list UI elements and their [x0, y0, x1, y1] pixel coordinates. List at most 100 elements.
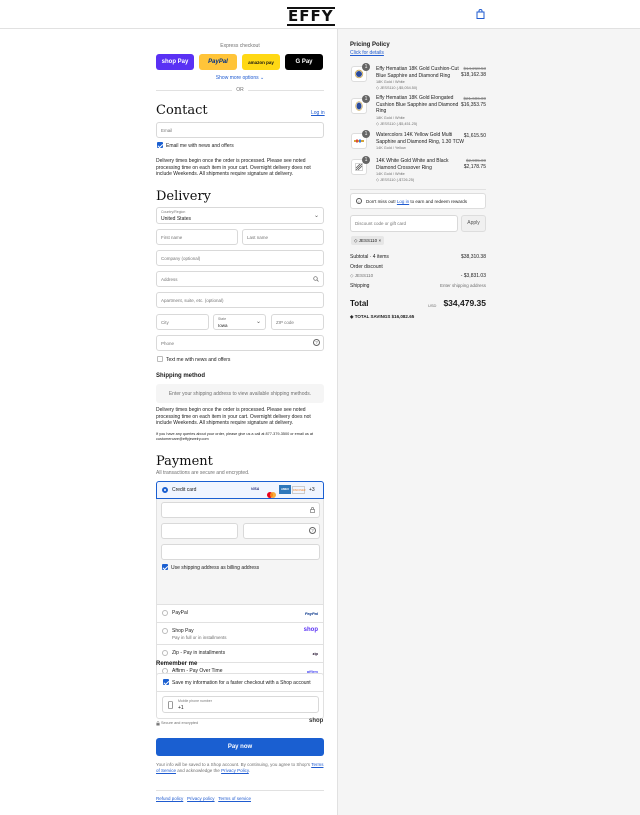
divider	[248, 90, 324, 91]
item-discount-text: JESS110 (-$5,054.50)	[379, 86, 418, 90]
state-value: Iowa	[218, 322, 228, 328]
expiration-field[interactable]	[161, 523, 238, 539]
apply-button[interactable]: Apply	[461, 215, 486, 232]
privacy-policy-link[interactable]: Privacy Policy	[221, 768, 249, 773]
last-name-field[interactable]: Last name	[242, 229, 324, 245]
save-info-checkbox[interactable]	[163, 679, 169, 685]
mobile-phone-field[interactable]: Mobile phone number +1	[162, 696, 319, 713]
terms-suffix: .	[248, 768, 251, 773]
zip-field[interactable]: ZIP code	[271, 314, 324, 330]
discount-code-field[interactable]: Discount code or gift card	[350, 215, 458, 232]
country-select[interactable]: Country/Region United States ⌄	[156, 207, 324, 224]
zip-label: Zip - Pay in installments	[172, 650, 226, 656]
divider	[156, 790, 324, 791]
mobile-phone-value: +1	[178, 705, 184, 711]
item-discount-text: JESS110 (-$5,451.25)	[379, 122, 418, 126]
company-field[interactable]: Company (optional)	[156, 250, 324, 266]
shipping-placeholder-text: Enter your shipping address to view avai…	[168, 391, 312, 397]
google-pay-logo: G Pay	[295, 59, 313, 65]
item-discount: ◇ JESS110 (-$5,451.25)	[376, 121, 417, 126]
apartment-field[interactable]: Apartment, suite, etc. (optional)	[156, 292, 324, 308]
item-original-price: $2,905.00	[465, 158, 486, 163]
paypal-radio[interactable]	[162, 610, 168, 616]
total-savings-label: TOTAL SAVINGS	[354, 314, 391, 319]
name-on-card-field[interactable]	[161, 544, 320, 560]
rewards-login-link[interactable]: Log in	[397, 199, 409, 204]
item-original-price: $14,218.53	[463, 66, 486, 71]
first-name-field[interactable]: First name	[156, 229, 238, 245]
privacy-policy-footer-link[interactable]: Privacy policy	[187, 796, 215, 801]
paypal-button[interactable]: PayPal	[199, 54, 237, 70]
subtotal-value: $38,310.38	[460, 254, 486, 260]
chevron-down-icon: ⌄	[313, 213, 319, 219]
zip-logo: zip	[312, 651, 318, 656]
security-code-field[interactable]: ?	[243, 523, 320, 539]
terms-of-service-footer-link[interactable]: Terms of service	[218, 796, 251, 801]
country-label: Country/Region	[161, 210, 186, 214]
shopping-bag-icon[interactable]	[476, 9, 485, 19]
tag-icon: ◇	[350, 273, 354, 278]
payment-subtitle: All transactions are secure and encrypte…	[156, 470, 250, 476]
email-placeholder: Email	[161, 128, 173, 133]
apartment-placeholder: Apartment, suite, etc. (optional)	[161, 298, 224, 303]
click-details-link[interactable]: Click for details	[350, 50, 384, 56]
shop-pay-radio[interactable]	[162, 628, 168, 634]
mastercard-icon	[266, 486, 277, 498]
card-form: ? Use shipping address as billing addres…	[156, 499, 324, 605]
shipping-method-title: Shipping method	[156, 373, 205, 379]
shop-pay-button[interactable]: shop Pay	[156, 54, 194, 70]
order-discount-label: Order discount	[350, 264, 383, 270]
more-cards-count: +3	[309, 487, 315, 493]
tag-icon: ◈	[350, 314, 354, 319]
item-variant: 14K Gold / White	[376, 172, 405, 176]
amazon-pay-button[interactable]: amazon pay	[242, 54, 280, 70]
order-discount-value: - $3,831.03	[460, 273, 486, 279]
shop-pay-option[interactable]: Shop Pay Pay in full or in installments …	[156, 623, 324, 645]
tag-icon: ◇	[376, 122, 379, 126]
close-icon[interactable]: ×	[378, 238, 381, 243]
shipping-notice: Delivery times begin once the order is p…	[156, 407, 311, 427]
item-discount-text: JESS110 (-$726.25)	[379, 178, 415, 182]
email-field[interactable]: Email	[156, 122, 324, 138]
card-number-field[interactable]	[161, 502, 320, 518]
item-variant: 14K Gold / Yellow	[376, 146, 406, 150]
login-link[interactable]: Log in	[311, 110, 325, 116]
first-name-placeholder: First name	[161, 235, 183, 240]
google-pay-button[interactable]: G Pay	[285, 54, 323, 70]
apply-label: Apply	[467, 220, 480, 226]
lock-icon	[310, 507, 315, 513]
rewards-suffix: to earn and redeem rewards	[410, 199, 467, 204]
phone-placeholder: Phone	[161, 341, 175, 346]
address-placeholder: Address	[161, 277, 178, 282]
rewards-text: Don't miss out! Log in to earn and redee…	[366, 199, 467, 204]
help-icon[interactable]: ?	[313, 339, 320, 346]
phone-field[interactable]: Phone ?	[156, 335, 324, 351]
remember-me-box: Save my information for a faster checkou…	[156, 673, 324, 719]
country-value: United States	[161, 216, 192, 222]
total-label: Total	[350, 299, 369, 308]
text-news-label: Text me with news and offers	[166, 357, 231, 363]
show-more-options-link[interactable]: Show more options ⌄	[156, 75, 324, 81]
ring-icon	[355, 101, 363, 111]
search-icon	[313, 276, 319, 282]
email-news-checkbox[interactable]	[157, 142, 163, 148]
shop-logo: shop	[309, 718, 324, 724]
address-field[interactable]: Address	[156, 271, 324, 287]
company-placeholder: Company (optional)	[161, 256, 201, 261]
help-icon[interactable]: ?	[309, 527, 316, 534]
pay-now-button[interactable]: Pay now	[156, 738, 324, 756]
remember-me-title: Remember me	[156, 661, 197, 668]
effy-logo[interactable]: EFFY	[287, 7, 335, 26]
credit-card-label: Credit card	[172, 487, 197, 493]
city-field[interactable]: City	[156, 314, 209, 330]
zip-radio[interactable]	[162, 650, 168, 656]
tag-icon: ◇	[376, 178, 379, 182]
text-news-checkbox[interactable]	[157, 356, 163, 362]
shipping-methods-placeholder: Enter your shipping address to view avai…	[156, 384, 324, 403]
refund-policy-link[interactable]: Refund policy	[156, 796, 183, 801]
billing-same-checkbox[interactable]	[162, 564, 168, 570]
credit-card-radio[interactable]	[162, 487, 168, 493]
state-select[interactable]: State Iowa ⌄	[213, 314, 266, 330]
credit-card-option[interactable]: Credit card VISA AMEX DISCOVER +3	[156, 481, 324, 499]
paypal-option[interactable]: PayPal PayPal	[156, 605, 324, 623]
